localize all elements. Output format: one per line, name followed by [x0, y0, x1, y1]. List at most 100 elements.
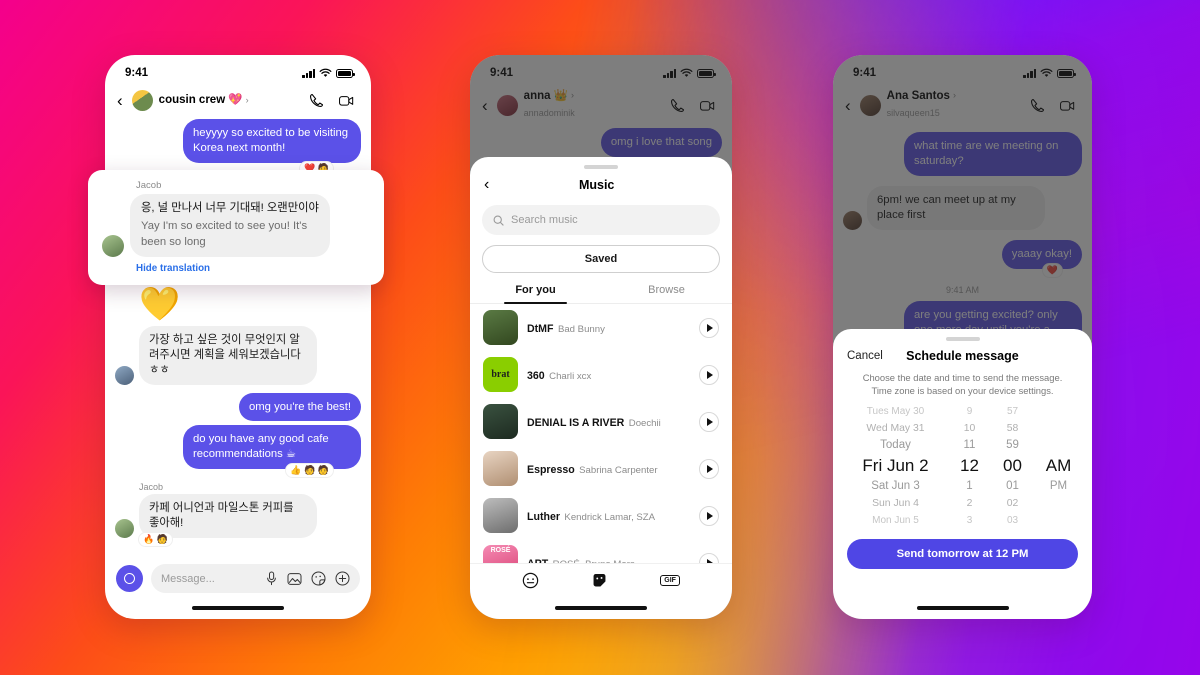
picker-column-date[interactable]: Tues May 30 Wed May 31 Today Fri Jun 2 S… [843, 403, 949, 529]
song-title: Luther [527, 510, 560, 523]
list-item[interactable]: Espresso Sabrina Carpenter [470, 445, 732, 492]
search-placeholder: Search music [511, 214, 578, 226]
song-artist: Charli xcx [549, 370, 592, 382]
list-item[interactable]: Luther Kendrick Lamar, SZA [470, 492, 732, 539]
picker-item-selected[interactable]: Fri Jun 2 [862, 454, 928, 478]
song-artist: Kendrick Lamar, SZA [564, 511, 656, 523]
play-button-icon[interactable] [699, 317, 719, 338]
photo-gallery-icon[interactable] [287, 572, 302, 586]
music-sheet: ‹ Music Search music Saved For you Brows… [470, 157, 732, 619]
music-tabs: For you Browse [470, 284, 732, 304]
album-art: brat [483, 357, 518, 392]
picker-item[interactable]: PM [1050, 478, 1067, 495]
picker-item[interactable]: 57 [1007, 403, 1018, 420]
picker-item[interactable]: 59 [1006, 437, 1019, 454]
play-button-icon[interactable] [699, 458, 719, 479]
tab-browse[interactable]: Browse [601, 284, 732, 303]
picker-item[interactable]: Wed May 31 [866, 420, 924, 437]
translation-sender-name: Jacob [136, 180, 162, 191]
list-item[interactable]: brat 360 Charli xcx [470, 351, 732, 398]
message-row: 가장 하고 싶은 것이 무엇인지 알려주시면 계획을 세워보겠습니다 ㅎㅎ [115, 325, 361, 385]
album-art [483, 404, 518, 439]
picker-item[interactable]: Tues May 30 [867, 403, 924, 420]
list-item[interactable]: DENIAL IS A RIVER Doechii [470, 398, 732, 445]
song-artist: Sabrina Carpenter [579, 464, 658, 476]
phone-call-icon[interactable] [308, 92, 325, 109]
picker-item[interactable]: Mon Jun 5 [872, 512, 919, 529]
picker-item[interactable]: Sun Jun 4 [872, 495, 919, 512]
home-indicator [192, 606, 284, 610]
picker-item[interactable]: 03 [1007, 512, 1018, 529]
message-bubble[interactable]: heyyyy so excited to be visiting Korea n… [183, 119, 361, 163]
picker-item[interactable]: 11 [964, 437, 976, 454]
list-item[interactable]: DtMF Bad Bunny [470, 304, 732, 351]
reaction-pill[interactable]: 🔥 🧑 [139, 533, 172, 547]
translated-message-bubble[interactable]: 응, 널 만나서 너무 기대돼! 오랜만이야 Yay I'm so excite… [130, 194, 330, 257]
phone-1-chat-translation: 9:41 ‹ cousin crew 💖 › heyyyy so excited… [105, 55, 371, 619]
status-bar: 9:41 [105, 55, 371, 85]
microphone-icon[interactable] [265, 571, 278, 586]
avatar[interactable] [115, 519, 134, 539]
schedule-message-sheet: Cancel Schedule message Choose the date … [833, 329, 1092, 619]
picker-item[interactable]: 58 [1007, 420, 1019, 437]
song-artist: Bad Bunny [557, 323, 605, 335]
album-art [483, 498, 518, 533]
message-input-field[interactable]: Message... [151, 564, 360, 593]
picker-item[interactable]: 2 [967, 495, 973, 512]
message-bubble[interactable]: 가장 하고 싶은 것이 무엇인지 알려주시면 계획을 세워보겠습니다 ㅎㅎ [139, 325, 317, 385]
picker-item[interactable]: Today [880, 437, 911, 454]
picker-column-ampm[interactable]: AM PM [1035, 403, 1083, 529]
chat-title[interactable]: cousin crew 💖 › [159, 94, 302, 107]
picker-column-minute[interactable]: 57 58 59 00 01 02 03 [991, 403, 1035, 529]
picker-item-selected[interactable]: AM [1046, 454, 1072, 478]
picker-item[interactable]: 10 [964, 420, 976, 437]
avatar[interactable] [102, 234, 124, 257]
original-text: 응, 널 만나서 너무 기대돼! 오랜만이야 [141, 202, 319, 214]
picker-item[interactable]: 02 [1007, 495, 1019, 512]
song-title: DtMF [527, 322, 554, 335]
sheet-header: Cancel Schedule message [833, 341, 1092, 365]
phone-2-music-picker: 9:41 ‹ anna 👑 › annadominik [470, 55, 732, 619]
picker-item[interactable]: 9 [967, 403, 973, 420]
picker-item[interactable]: Sat Jun 3 [871, 478, 920, 495]
emoji-face-icon[interactable] [522, 572, 539, 589]
datetime-picker[interactable]: Tues May 30 Wed May 31 Today Fri Jun 2 S… [833, 397, 1092, 531]
song-title: 360 [527, 369, 545, 382]
cellular-bars-icon [302, 68, 315, 78]
message-bubble[interactable]: 카페 어니언과 마일스톤 커피를 좋아해! [139, 494, 317, 539]
hide-translation-link[interactable]: Hide translation [136, 263, 370, 274]
send-scheduled-message-button[interactable]: Send tomorrow at 12 PM [847, 539, 1078, 570]
reaction-pill[interactable]: 👍 🧑 🧑 [286, 464, 333, 478]
search-input[interactable]: Search music [482, 205, 720, 235]
sheet-header: ‹ Music [470, 169, 732, 200]
picker-column-hour[interactable]: 9 10 11 12 1 2 3 [949, 403, 991, 529]
saved-button[interactable]: Saved [482, 245, 720, 273]
album-art [483, 310, 518, 345]
picker-item[interactable]: 3 [967, 512, 973, 529]
avatar[interactable] [131, 90, 153, 111]
play-button-icon[interactable] [699, 411, 719, 432]
message-placeholder: Message... [161, 572, 215, 585]
video-call-icon[interactable] [338, 92, 355, 109]
picker-item-selected[interactable]: 00 [1003, 454, 1022, 478]
message-bubble[interactable]: do you have any good cafe recommendation… [183, 425, 361, 470]
picker-item[interactable]: 01 [1006, 478, 1019, 495]
play-button-icon[interactable] [699, 505, 719, 526]
avatar[interactable] [115, 365, 134, 385]
picker-item-selected[interactable]: 12 [960, 454, 979, 478]
plus-circle-icon[interactable] [335, 571, 350, 586]
back-chevron-icon[interactable]: ‹ [114, 92, 126, 109]
sticker-icon[interactable] [311, 571, 326, 586]
play-button-icon[interactable] [699, 364, 719, 385]
message-sender-name: Jacob [139, 482, 164, 493]
message-bubble[interactable]: omg you're the best! [238, 392, 361, 422]
message-row: omg you're the best! [115, 392, 361, 422]
search-icon [493, 215, 504, 226]
picker-item[interactable]: 1 [966, 478, 972, 495]
chat-header: ‹ cousin crew 💖 › [105, 85, 371, 119]
gif-icon[interactable]: GIF [660, 575, 680, 586]
camera-icon[interactable] [116, 565, 143, 592]
sheet-title: Music [578, 178, 615, 192]
tab-for-you[interactable]: For you [470, 284, 601, 304]
sticker-icon[interactable] [591, 572, 608, 589]
